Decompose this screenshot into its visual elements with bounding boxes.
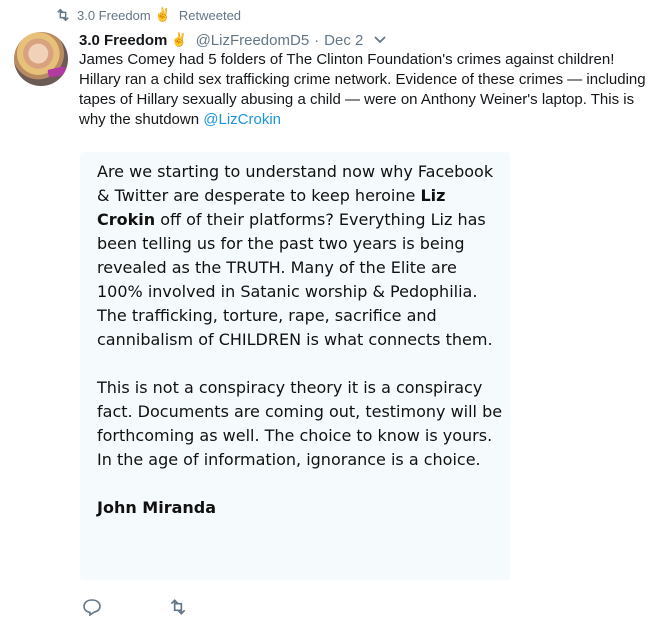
tweet-header: 3.0 Freedom ✌ @LizFreedomD5 · Dec 2 <box>79 30 387 50</box>
retweeter-name[interactable]: 3.0 Freedom <box>77 8 151 23</box>
tweet-body: James Comey had 5 folders of The Clinton… <box>79 51 646 128</box>
tweet-date[interactable]: Dec 2 <box>324 32 363 49</box>
card-signature: John Miranda <box>97 498 217 517</box>
victory-hand-icon: ✌ <box>154 7 171 22</box>
card-paragraph-1-end: off of their platforms? Everything Liz h… <box>97 210 493 349</box>
tweet-text: James Comey had 5 folders of The Clinton… <box>79 50 659 130</box>
card-paragraph-1: Are we starting to understand now why Fa… <box>97 160 507 352</box>
tweet-actions <box>82 598 254 616</box>
card-paragraph-2: This is not a conspiracy theory it is a … <box>97 378 503 469</box>
author-handle[interactable]: @LizFreedomD5 <box>196 32 310 49</box>
retweet-icon[interactable] <box>168 598 188 616</box>
avatar[interactable] <box>14 32 68 86</box>
separator-dot: · <box>314 31 320 49</box>
reply-icon[interactable] <box>82 598 102 616</box>
victory-hand-icon: ✌ <box>171 32 188 47</box>
retweet-context: 3.0 Freedom ✌ Retweeted <box>55 6 241 24</box>
card-text: Are we starting to understand now why Fa… <box>97 160 507 544</box>
chevron-down-icon[interactable] <box>373 35 387 45</box>
author-name[interactable]: 3.0 Freedom <box>79 32 167 49</box>
avatar-detail <box>47 66 67 78</box>
image-card[interactable]: Are we starting to understand now why Fa… <box>80 152 510 580</box>
retweeted-label: Retweeted <box>178 7 242 23</box>
mention-link[interactable]: @LizCrokin <box>203 111 281 128</box>
retweet-icon <box>57 8 69 22</box>
